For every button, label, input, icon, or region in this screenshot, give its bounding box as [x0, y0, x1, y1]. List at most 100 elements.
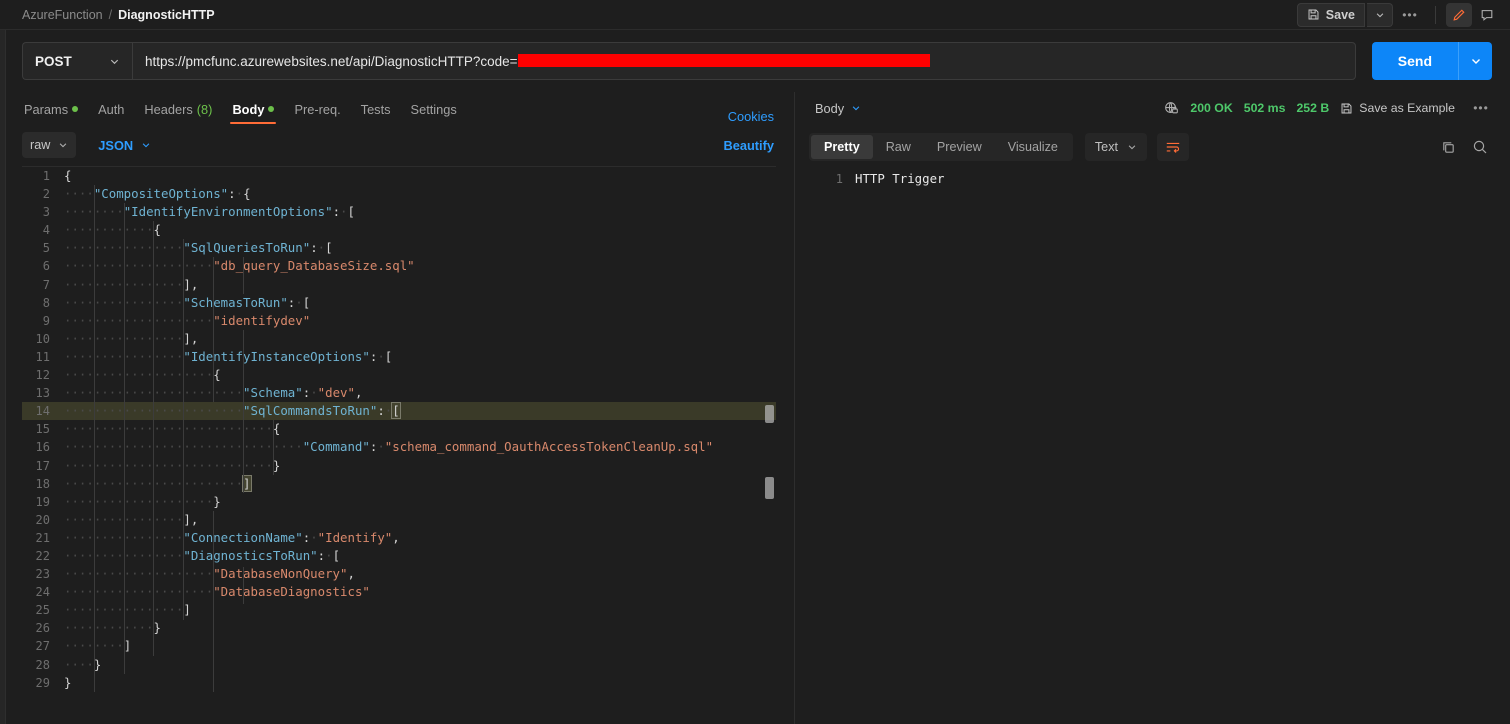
token-p: [	[332, 547, 341, 563]
token-ws: ·	[377, 348, 385, 364]
tab-params[interactable]: Params	[22, 94, 88, 124]
chevron-down-icon	[851, 103, 861, 113]
tab-settings[interactable]: Settings	[401, 94, 467, 124]
tab-prerequest[interactable]: Pre-req.	[284, 94, 350, 124]
code-line[interactable]: 28 ····}	[22, 656, 776, 674]
cookies-link[interactable]: Cookies	[728, 109, 774, 124]
code-line[interactable]: 20 ················],	[22, 511, 776, 529]
code-line[interactable]: 5 ················"SqlQueriesToRun":·[	[22, 239, 776, 257]
beautify-button[interactable]: Beautify	[724, 138, 775, 153]
tab-raw[interactable]: Raw	[873, 135, 924, 159]
token-p: ,	[347, 566, 355, 582]
code-text: ····················}	[64, 493, 776, 511]
request-body-code[interactable]: 1{2 ····"CompositeOptions":·{3 ········"Id…	[22, 167, 776, 724]
http-method-select[interactable]: POST	[22, 42, 132, 80]
whitespace-dots: ················	[64, 240, 184, 256]
code-line[interactable]: 27 ········]	[22, 637, 776, 655]
toolbar-divider	[1435, 5, 1436, 24]
code-line[interactable]: 15 ····························{	[22, 420, 776, 438]
code-line[interactable]: 21 ················"ConnectionName":·"Ide…	[22, 529, 776, 547]
code-text: ················"DiagnosticsToRun":·[	[64, 547, 776, 565]
send-button[interactable]: Send	[1371, 42, 1458, 80]
url-input[interactable]: https://pmcfunc.azurewebsites.net/api/Di…	[132, 42, 1356, 80]
code-line[interactable]: 8 ················"SchemasToRun":·[	[22, 294, 776, 312]
token-k: "ConnectionName"	[183, 529, 303, 545]
token-s: "dev"	[317, 385, 355, 401]
code-text: ····························{	[64, 420, 776, 438]
token-p: [	[302, 294, 311, 310]
code-line[interactable]: 1{	[22, 167, 776, 185]
code-line[interactable]: 24 ····················"DatabaseDiagnosti…	[22, 583, 776, 601]
code-line[interactable]: 26 ············}	[22, 619, 776, 637]
tab-prerequest-label: Pre-req.	[294, 101, 341, 117]
code-line[interactable]: 17 ····························}	[22, 457, 776, 475]
token-k: "SqlQueriesToRun"	[183, 240, 311, 256]
code-line[interactable]: 29}	[22, 674, 776, 692]
code-line[interactable]: 25 ················]	[22, 601, 776, 619]
code-line[interactable]: 19 ····················}	[22, 493, 776, 511]
code-line[interactable]: 22 ················"DiagnosticsToRun":·[	[22, 547, 776, 565]
save-dropdown-button[interactable]	[1367, 2, 1393, 27]
code-line[interactable]: 9 ····················"identifydev"	[22, 312, 776, 330]
line-number: 25	[35, 603, 50, 618]
whitespace-dots: ················	[64, 330, 184, 346]
request-pane: Params Auth Headers (8) Body Pre-req. Te…	[0, 92, 795, 724]
code-text: ····"CompositeOptions":·{	[64, 185, 776, 203]
breadcrumb-request[interactable]: DiagnosticHTTP	[118, 8, 215, 22]
code-line[interactable]: 11 ················"IdentifyInstanceOptio…	[22, 348, 776, 366]
token-k: "Command"	[302, 439, 370, 455]
comments-button[interactable]	[1474, 3, 1500, 27]
tab-body[interactable]: Body	[222, 94, 284, 124]
tab-preview[interactable]: Preview	[924, 135, 995, 159]
token-k: "CompositeOptions"	[93, 186, 229, 202]
tab-auth[interactable]: Auth	[88, 94, 134, 124]
whitespace-dots: ················	[64, 602, 184, 618]
response-section-select[interactable]: Body	[809, 101, 867, 116]
code-line[interactable]: 7 ················],	[22, 276, 776, 294]
copy-icon[interactable]	[1441, 140, 1456, 155]
postman-request-window: AzureFunction / DiagnosticHTTP Save •••	[0, 0, 1510, 724]
save-as-example-button[interactable]: Save as Example	[1340, 101, 1455, 115]
edit-request-button[interactable]	[1446, 2, 1472, 27]
code-line[interactable]: 18 ························]	[22, 474, 776, 493]
response-line[interactable]: 1 HTTP Trigger	[809, 170, 1496, 188]
more-actions-button[interactable]: •••	[1395, 3, 1425, 27]
request-body-editor[interactable]: 1{2 ····"CompositeOptions":·{3 ········"Id…	[22, 166, 776, 724]
tab-visualize[interactable]: Visualize	[995, 135, 1071, 159]
code-line[interactable]: 3 ········"IdentifyEnvironmentOptions":·[	[22, 203, 776, 221]
response-format-select[interactable]: Text	[1084, 133, 1147, 161]
code-line[interactable]: 2 ····"CompositeOptions":·{	[22, 185, 776, 203]
response-pane: Body 200 OK 502 ms 252 B Save as Example…	[795, 92, 1510, 724]
code-line[interactable]: 4 ············{	[22, 221, 776, 239]
save-button-label: Save	[1325, 7, 1355, 22]
code-line[interactable]: 10 ················],	[22, 330, 776, 348]
code-line[interactable]: 12 ····················{	[22, 366, 776, 384]
code-line[interactable]: 6 ····················"db_query_DatabaseS…	[22, 257, 776, 275]
send-options-button[interactable]	[1458, 42, 1492, 80]
globe-lock-icon	[1164, 101, 1179, 116]
word-wrap-button[interactable]	[1157, 133, 1189, 161]
line-number: 28	[35, 657, 50, 672]
code-line[interactable]: 14 ························"SqlCommandsTo…	[22, 402, 776, 421]
code-line[interactable]: 23 ····················"DatabaseNonQuery"…	[22, 565, 776, 583]
editor-scroll-marker-top[interactable]	[765, 405, 774, 423]
body-format-select[interactable]: JSON	[90, 132, 159, 158]
save-button[interactable]: Save	[1296, 2, 1365, 27]
tab-pretty[interactable]: Pretty	[811, 135, 873, 159]
body-mode-select[interactable]: raw	[22, 132, 77, 158]
code-line[interactable]: 13 ························"Schema":·"dev…	[22, 384, 776, 402]
code-text: ····················"db_query_DatabaseSi…	[64, 257, 776, 275]
response-more-button[interactable]: •••	[1466, 96, 1496, 120]
tab-headers[interactable]: Headers (8)	[134, 94, 222, 124]
code-text: ································"Command…	[64, 438, 776, 456]
tab-tests[interactable]: Tests	[351, 94, 401, 124]
editor-scroll-marker-bottom[interactable]	[765, 477, 774, 499]
breadcrumb-collection[interactable]: AzureFunction	[22, 8, 103, 22]
chevron-down-icon	[1470, 55, 1482, 67]
code-line[interactable]: 16 ································"Comma…	[22, 438, 776, 456]
search-icon[interactable]	[1472, 139, 1488, 155]
response-view-tabs: Pretty Raw Preview Visualize Text	[795, 124, 1510, 170]
line-number: 12	[35, 368, 50, 383]
response-body-code[interactable]: 1 HTTP Trigger	[809, 170, 1496, 724]
tab-headers-count: (8)	[196, 101, 213, 117]
